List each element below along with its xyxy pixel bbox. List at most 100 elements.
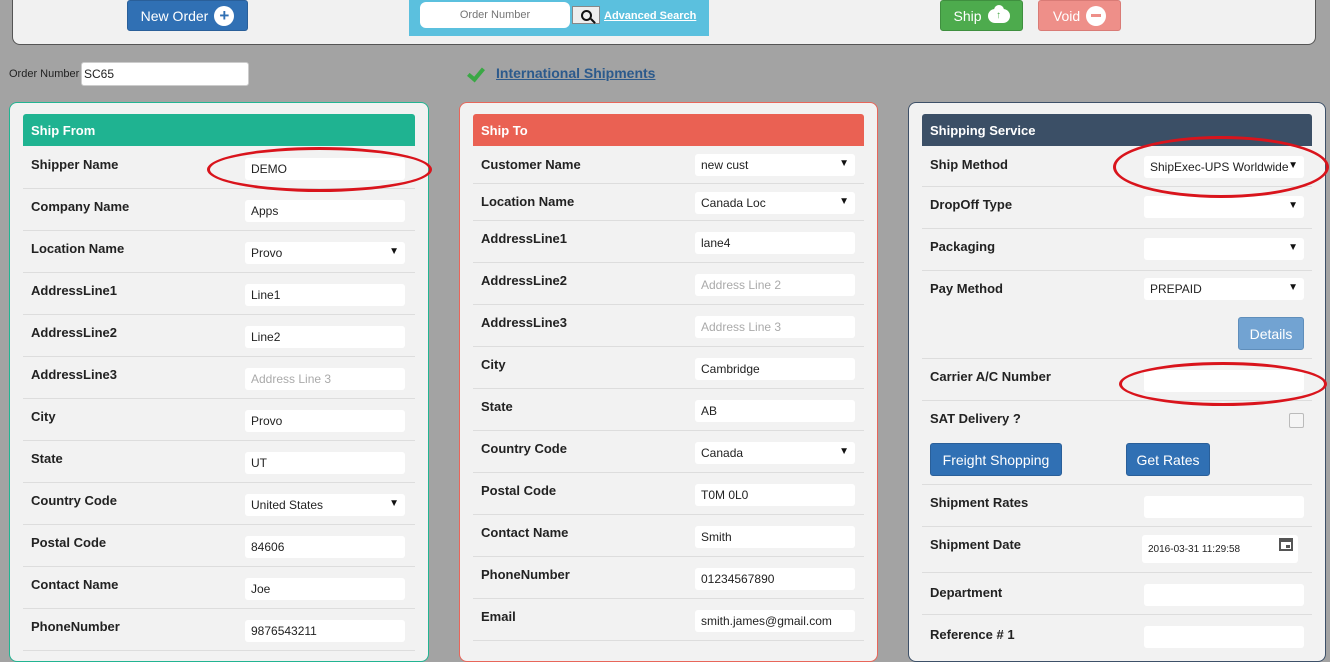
ship-to-select[interactable]: new cust ▼	[695, 154, 855, 176]
dropdown-arrow-icon: ▼	[839, 196, 849, 207]
ship-from-field-label: City	[31, 409, 56, 424]
shipment-date-input[interactable]: 2016-03-31 11:29:58	[1142, 535, 1298, 563]
ship-method-select[interactable]: ShipExec-UPS Worldwide ▼	[1144, 156, 1304, 178]
ship-from-input[interactable]: Provo	[245, 410, 405, 432]
ship-method-label: Ship Method	[930, 157, 1008, 172]
ship-to-input[interactable]: smith.james@gmail.com	[695, 610, 855, 632]
ship-from-select[interactable]: United States ▼	[245, 494, 405, 516]
ship-to-field-label: Contact Name	[481, 525, 569, 540]
ship-from-field-value: Provo	[251, 414, 283, 428]
ship-from-field-label: AddressLine1	[31, 283, 117, 298]
ship-to-field-value: T0M 0L0	[701, 488, 749, 502]
ship-from-field-label: Postal Code	[31, 535, 107, 550]
details-button[interactable]: Details	[1238, 317, 1304, 350]
ship-to-input[interactable]: Address Line 2	[695, 274, 855, 296]
reference1-label: Reference # 1	[930, 627, 1015, 642]
ship-to-input[interactable]: Smith	[695, 526, 855, 548]
ship-from-field-label: PhoneNumber	[31, 619, 120, 634]
advanced-search-link[interactable]: Advanced Search	[604, 10, 696, 22]
ship-to-input[interactable]: T0M 0L0	[695, 484, 855, 506]
ship-from-field-label: Location Name	[31, 241, 125, 256]
ship-to-field-label: AddressLine3	[481, 315, 567, 330]
ship-from-input[interactable]: Address Line 3	[245, 368, 405, 390]
ship-from-input[interactable]: Line2	[245, 326, 405, 348]
ship-from-field-value: Address Line 3	[251, 372, 332, 386]
sat-delivery-row: SAT Delivery ?	[922, 401, 1312, 437]
ship-from-row: AddressLine3 Address Line 3	[23, 357, 415, 399]
ship-from-field-label: AddressLine2	[31, 325, 117, 340]
search-button[interactable]	[572, 6, 600, 24]
ship-to-select[interactable]: Canada ▼	[695, 442, 855, 464]
shipment-rates-input[interactable]	[1144, 496, 1304, 518]
ship-from-row: AddressLine2 Line2	[23, 315, 415, 357]
ship-from-input[interactable]: DEMO	[245, 158, 405, 180]
dropdown-arrow-icon: ▼	[1288, 200, 1298, 211]
pay-method-row: Pay Method PREPAID ▼	[922, 271, 1312, 309]
ship-to-row: Customer Name new cust ▼	[473, 147, 864, 184]
ship-to-input[interactable]: lane4	[695, 232, 855, 254]
ship-to-input[interactable]: AB	[695, 400, 855, 422]
packaging-row: Packaging ▼	[922, 229, 1312, 271]
ship-from-input[interactable]: 9876543211	[245, 620, 405, 642]
sat-delivery-checkbox[interactable]	[1289, 413, 1304, 428]
carrier-ac-input[interactable]	[1144, 370, 1304, 392]
ship-from-field-label: Shipper Name	[31, 157, 119, 172]
ship-from-field-label: Country Code	[31, 493, 117, 508]
shipping-service-header: Shipping Service	[922, 114, 1312, 146]
ship-to-field-value: Cambridge	[701, 362, 760, 376]
reference1-input[interactable]	[1144, 626, 1304, 648]
department-input[interactable]	[1144, 584, 1304, 606]
ship-from-input[interactable]: Joe	[245, 578, 405, 600]
order-search-bar: Advanced Search	[409, 0, 709, 36]
packaging-select[interactable]: ▼	[1144, 238, 1304, 260]
dropoff-type-select[interactable]: ▼	[1144, 196, 1304, 218]
dropdown-arrow-icon: ▼	[1288, 282, 1298, 293]
order-number-label: Order Number	[9, 68, 80, 80]
ship-to-field-value: new cust	[701, 158, 749, 172]
ship-to-field-value: Canada	[701, 446, 744, 460]
dropdown-arrow-icon: ▼	[839, 158, 849, 169]
checkmark-icon	[466, 64, 484, 82]
shipment-date-row: Shipment Date 2016-03-31 11:29:58	[922, 527, 1312, 573]
packaging-label: Packaging	[930, 239, 996, 254]
ship-from-input[interactable]: Apps	[245, 200, 405, 222]
order-search-input[interactable]	[420, 2, 570, 28]
shipment-rates-row: Shipment Rates	[922, 485, 1312, 527]
ship-to-header: Ship To	[473, 114, 864, 146]
international-shipments-link[interactable]: International Shipments	[496, 65, 655, 81]
void-button[interactable]: Void	[1038, 0, 1121, 31]
ship-to-row: Location Name Canada Loc ▼	[473, 184, 864, 221]
cloud-upload-icon: ↑	[987, 4, 1010, 23]
ship-to-panel: Ship To Customer Name new cust ▼ Location N…	[459, 102, 878, 662]
dropdown-arrow-icon: ▼	[1288, 242, 1298, 253]
ship-button[interactable]: Ship ↑	[940, 0, 1023, 31]
ship-to-input[interactable]: Cambridge	[695, 358, 855, 380]
ship-from-field-value: Line1	[251, 288, 281, 302]
ship-to-field-label: PhoneNumber	[481, 567, 570, 582]
freight-shopping-button[interactable]: Freight Shopping	[930, 443, 1062, 476]
ship-to-input[interactable]: Address Line 3	[695, 316, 855, 338]
ship-from-select[interactable]: Provo ▼	[245, 242, 405, 264]
ship-to-select[interactable]: Canada Loc ▼	[695, 192, 855, 214]
ship-to-row: Email smith.james@gmail.com	[473, 599, 864, 641]
ship-to-input[interactable]: 01234567890	[695, 568, 855, 590]
ship-to-field-label: Country Code	[481, 441, 567, 456]
ship-to-field-value: lane4	[701, 236, 731, 250]
ship-to-row: Contact Name Smith	[473, 515, 864, 557]
sat-delivery-label: SAT Delivery ?	[930, 411, 1021, 426]
pay-method-select[interactable]: PREPAID ▼	[1144, 278, 1304, 300]
ship-to-field-label: AddressLine1	[481, 231, 567, 246]
ship-from-field-label: State	[31, 451, 63, 466]
ship-from-input[interactable]: 84606	[245, 536, 405, 558]
new-order-button[interactable]: New Order +	[127, 0, 248, 31]
dropoff-type-row: DropOff Type ▼	[922, 187, 1312, 229]
get-rates-button[interactable]: Get Rates	[1126, 443, 1210, 476]
order-number-input[interactable]: SC65	[81, 62, 249, 86]
rates-buttons-row: Freight Shopping Get Rates	[922, 435, 1312, 485]
dropdown-arrow-icon: ▼	[839, 446, 849, 457]
ship-from-input[interactable]: UT	[245, 452, 405, 474]
ship-from-input[interactable]: Line1	[245, 284, 405, 306]
calendar-icon[interactable]	[1279, 538, 1293, 551]
ship-to-field-label: Location Name	[481, 194, 575, 209]
ship-to-row: AddressLine1 lane4	[473, 221, 864, 263]
